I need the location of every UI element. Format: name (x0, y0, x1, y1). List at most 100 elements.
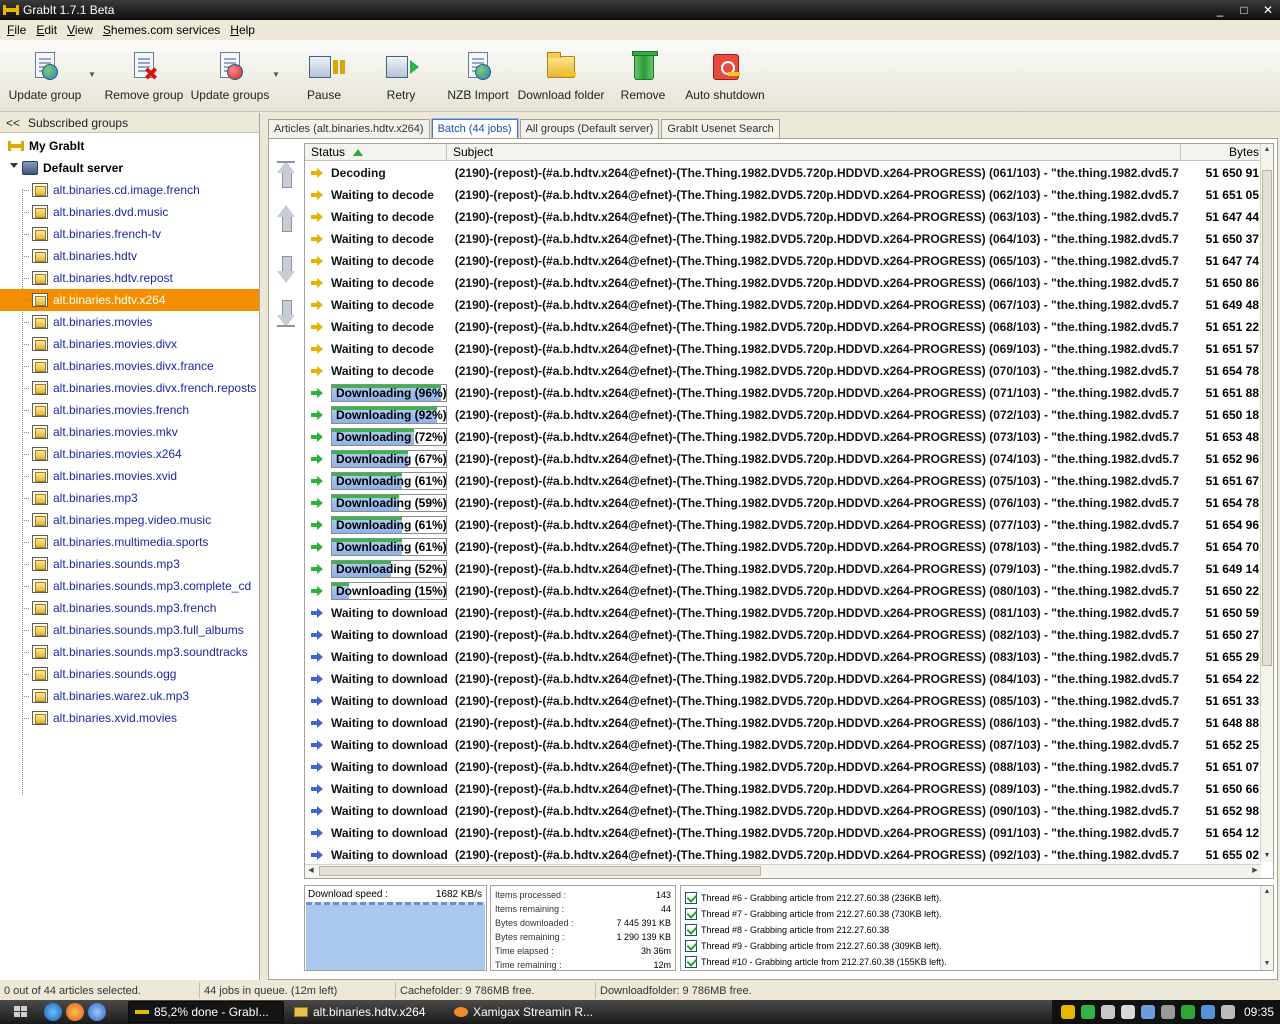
sidebar-group-item[interactable]: alt.binaries.movies.divx.france (0, 355, 259, 377)
sidebar-group-item[interactable]: alt.binaries.xvid.movies (0, 707, 259, 729)
sidebar-group-item[interactable]: alt.binaries.movies.french (0, 399, 259, 421)
table-row[interactable]: Downloading (96%) (2190)-(repost)-(#a.b.h… (305, 382, 1261, 404)
sidebar-group-item[interactable]: alt.binaries.mp3 (0, 487, 259, 509)
download-folder-button[interactable]: Download folder (518, 40, 604, 108)
sidebar-group-item[interactable]: alt.binaries.sounds.mp3.complete_cd (0, 575, 259, 597)
retry-button[interactable]: Retry (366, 40, 436, 108)
thread-checkbox[interactable] (685, 892, 697, 904)
column-header-subject[interactable]: Subject (447, 144, 1181, 160)
tray-safely-remove-icon[interactable] (1120, 1005, 1135, 1019)
tray-settings-icon[interactable] (1100, 1005, 1115, 1019)
column-header-bytes[interactable]: Bytes (1181, 144, 1263, 160)
move-to-bottom-button[interactable] (274, 291, 298, 329)
menu-help[interactable]: Help (228, 23, 257, 37)
table-row[interactable]: Waiting to download (2190)-(repost)-(#a.b… (305, 668, 1261, 690)
column-header-status[interactable]: Status (305, 144, 447, 160)
tree-root-my-grabit[interactable]: My GrabIt (0, 135, 259, 157)
table-row[interactable]: Downloading (61%) (2190)-(repost)-(#a.b.h… (305, 470, 1261, 492)
table-row[interactable]: Waiting to download (2190)-(repost)-(#a.b… (305, 778, 1261, 800)
update-group-dropdown-icon[interactable]: ▼ (86, 40, 98, 79)
collapse-panel-icon[interactable]: << (6, 116, 20, 130)
table-row[interactable]: Waiting to decode (2190)-(repost)-(#a.b.h… (305, 338, 1261, 360)
table-row[interactable]: Downloading (61%) (2190)-(repost)-(#a.b.h… (305, 536, 1261, 558)
scroll-up-icon[interactable]: ▲ (1261, 144, 1273, 156)
move-to-top-button[interactable] (274, 159, 298, 197)
menu-edit[interactable]: Edit (34, 23, 59, 37)
table-row[interactable]: Waiting to decode (2190)-(repost)-(#a.b.h… (305, 294, 1261, 316)
move-up-button[interactable] (274, 203, 298, 241)
grid-horizontal-scrollbar[interactable]: ◀ ▶ (305, 864, 1261, 878)
remove-button[interactable]: Remove (602, 40, 684, 108)
tray-app-icon[interactable] (1060, 1005, 1075, 1019)
sidebar-group-item[interactable]: alt.binaries.multimedia.sports (0, 531, 259, 553)
tray-volume-icon[interactable] (1160, 1005, 1175, 1019)
grid-vertical-scrollbar[interactable]: ▲ ▼ (1260, 144, 1273, 862)
sidebar-group-item[interactable]: alt.binaries.hdtv.x264 (0, 289, 259, 311)
table-row[interactable]: Waiting to decode (2190)-(repost)-(#a.b.h… (305, 228, 1261, 250)
sidebar-group-item[interactable]: alt.binaries.movies.xvid (0, 465, 259, 487)
sidebar-group-item[interactable]: alt.binaries.movies.divx (0, 333, 259, 355)
sidebar-group-item[interactable]: alt.binaries.sounds.mp3.soundtracks (0, 641, 259, 663)
update-groups-dropdown-icon[interactable]: ▼ (270, 40, 282, 79)
scroll-thumb[interactable] (1262, 170, 1272, 666)
remove-group-button[interactable]: ✖ Remove group (98, 40, 190, 108)
table-row[interactable]: Waiting to download (2190)-(repost)-(#a.b… (305, 734, 1261, 756)
taskbar-item-firefox[interactable]: Xamigax Streamin R... (448, 1001, 604, 1023)
table-row[interactable]: Waiting to decode (2190)-(repost)-(#a.b.h… (305, 316, 1261, 338)
sidebar-group-item[interactable]: alt.binaries.movies.x264 (0, 443, 259, 465)
sidebar-group-item[interactable]: alt.binaries.cd.image.french (0, 179, 259, 201)
sidebar-group-item[interactable]: alt.binaries.mpeg.video.music (0, 509, 259, 531)
table-row[interactable]: Waiting to decode (2190)-(repost)-(#a.b.h… (305, 250, 1261, 272)
sidebar-group-item[interactable]: alt.binaries.warez.uk.mp3 (0, 685, 259, 707)
tree-node-default-server[interactable]: Default server (0, 157, 259, 179)
sidebar-group-item[interactable]: alt.binaries.sounds.mp3.full_albums (0, 619, 259, 641)
table-row[interactable]: Waiting to download (2190)-(repost)-(#a.b… (305, 800, 1261, 822)
menu-shemes-services[interactable]: Shemes.com services (101, 23, 222, 37)
table-row[interactable]: Downloading (92%) (2190)-(repost)-(#a.b.h… (305, 404, 1261, 426)
table-row[interactable]: Waiting to download (2190)-(repost)-(#a.b… (305, 602, 1261, 624)
table-row[interactable]: Waiting to download (2190)-(repost)-(#a.b… (305, 712, 1261, 734)
table-row[interactable]: Waiting to download (2190)-(repost)-(#a.b… (305, 844, 1261, 866)
scroll-down-icon[interactable]: ▼ (1261, 850, 1273, 862)
tray-network-icon[interactable] (1080, 1005, 1095, 1019)
minimize-button[interactable]: _ (1208, 1, 1232, 19)
sidebar-group-item[interactable]: alt.binaries.movies (0, 311, 259, 333)
thread-checkbox[interactable] (685, 956, 697, 968)
table-row[interactable]: Downloading (59%) (2190)-(repost)-(#a.b.h… (305, 492, 1261, 514)
table-row[interactable]: Downloading (15%) (2190)-(repost)-(#a.b.h… (305, 580, 1261, 602)
sidebar-group-item[interactable]: alt.binaries.sounds.mp3 (0, 553, 259, 575)
threads-scroll-down-icon[interactable]: ▼ (1261, 958, 1273, 970)
update-groups-button[interactable]: Update groups (190, 40, 270, 108)
thread-checkbox[interactable] (685, 924, 697, 936)
sidebar-group-item[interactable]: alt.binaries.hdtv.repost (0, 267, 259, 289)
table-row[interactable]: Waiting to download (2190)-(repost)-(#a.b… (305, 756, 1261, 778)
tray-misc-icon[interactable] (1220, 1005, 1235, 1019)
tab-usenet-search[interactable]: GrabIt Usenet Search (661, 119, 780, 138)
expand-icon[interactable] (10, 163, 18, 168)
table-row[interactable]: Waiting to download (2190)-(repost)-(#a.b… (305, 646, 1261, 668)
table-row[interactable]: Waiting to decode (2190)-(repost)-(#a.b.h… (305, 360, 1261, 382)
scroll-right-icon[interactable]: ▶ (1249, 865, 1261, 877)
quicklaunch-app-icon[interactable] (88, 1003, 106, 1021)
taskbar-item-grabit[interactable]: 85,2% done - GrabI... (128, 1001, 284, 1023)
table-row[interactable]: Waiting to download (2190)-(repost)-(#a.b… (305, 624, 1261, 646)
thread-checkbox[interactable] (685, 908, 697, 920)
pause-button[interactable]: Pause (282, 40, 366, 108)
table-row[interactable]: Waiting to download (2190)-(repost)-(#a.b… (305, 822, 1261, 844)
thread-checkbox[interactable] (685, 940, 697, 952)
tab-all-groups[interactable]: All groups (Default server) (519, 119, 660, 138)
sidebar-group-item[interactable]: alt.binaries.hdtv (0, 245, 259, 267)
tray-status-icon[interactable] (1180, 1005, 1195, 1019)
maximize-button[interactable]: □ (1232, 1, 1256, 19)
table-row[interactable]: Waiting to decode (2190)-(repost)-(#a.b.h… (305, 184, 1261, 206)
update-group-button[interactable]: Update group (4, 40, 86, 108)
clock[interactable]: 09:35 (1244, 1005, 1274, 1019)
menu-file[interactable]: File (5, 23, 28, 37)
hscroll-thumb[interactable] (319, 866, 761, 876)
table-row[interactable]: Downloading (52%) (2190)-(repost)-(#a.b.h… (305, 558, 1261, 580)
nzb-import-button[interactable]: NZB Import (436, 40, 520, 108)
table-row[interactable]: Downloading (61%) (2190)-(repost)-(#a.b.h… (305, 514, 1261, 536)
tray-display-icon[interactable] (1140, 1005, 1155, 1019)
auto-shutdown-button[interactable]: Auto shutdown (684, 40, 766, 108)
start-button[interactable] (0, 1000, 42, 1024)
